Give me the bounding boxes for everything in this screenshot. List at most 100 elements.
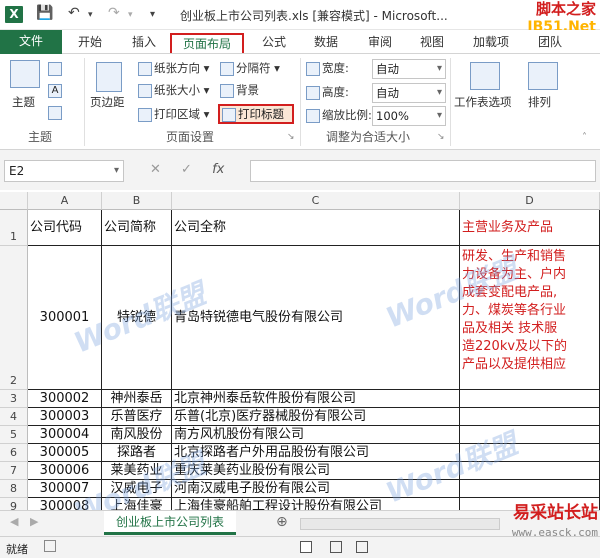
enter-icon[interactable]: ✓ — [181, 162, 192, 177]
colors-icon[interactable] — [48, 62, 62, 76]
table-cell[interactable]: 300002 — [28, 390, 102, 408]
breaks-button[interactable]: 分隔符 ▾ — [220, 60, 280, 76]
table-cell[interactable]: 神州泰岳 — [102, 390, 172, 408]
tab-insert[interactable]: 插入 — [124, 33, 164, 53]
height-select[interactable]: 自动 — [372, 83, 446, 103]
tab-file[interactable]: 文件 — [0, 30, 62, 54]
column-header[interactable]: D — [460, 192, 600, 210]
sheet-tab[interactable]: 创业板上市公司列表 — [104, 511, 236, 535]
themes-button[interactable]: 主题 — [12, 94, 35, 110]
scroll-right-icon[interactable]: ▶ — [30, 515, 38, 528]
table-cell[interactable]: 南方风机股份有限公司 — [172, 426, 460, 444]
tab-add-ins[interactable]: 加载项 — [466, 33, 516, 53]
save-icon[interactable]: 💾 — [36, 5, 53, 21]
background-button[interactable]: 背景 — [220, 82, 259, 98]
table-header-cell[interactable]: 公司简称 — [102, 210, 172, 246]
horizontal-scrollbar[interactable] — [300, 518, 500, 530]
scale-dialog-icon[interactable]: ↘ — [437, 132, 445, 142]
tab-page-layout[interactable]: 页面布局 — [170, 33, 244, 53]
table-cell[interactable]: 上海佳豪 — [102, 498, 172, 510]
page-break-view-icon[interactable] — [356, 541, 368, 553]
page-layout-view-icon[interactable] — [330, 541, 342, 553]
table-cell[interactable]: 河南汉威电子股份有限公司 — [172, 480, 460, 498]
table-cell[interactable] — [460, 444, 600, 462]
margins-icon[interactable] — [96, 62, 122, 92]
themes-icon[interactable] — [10, 60, 40, 88]
table-cell[interactable]: 研发、生产和销售 力设备为主、户内 成套变配电产品, 力、煤炭等各行业 品及相关… — [460, 246, 600, 390]
arrange-icon[interactable] — [528, 62, 558, 90]
customize-qat-icon[interactable]: ▾ — [150, 9, 155, 20]
table-cell[interactable]: 上海佳豪船舶工程设计股份有限公司 — [172, 498, 460, 510]
tab-formulas[interactable]: 公式 — [254, 33, 294, 53]
row-header[interactable]: 1 — [0, 210, 28, 246]
arrange-button[interactable]: 排列 — [528, 94, 551, 110]
table-cell[interactable]: 特锐德 — [102, 246, 172, 390]
table-cell[interactable]: 300003 — [28, 408, 102, 426]
tab-data[interactable]: 数据 — [306, 33, 346, 53]
row-header[interactable]: 4 — [0, 408, 28, 426]
width-select[interactable]: 自动 — [372, 59, 446, 79]
table-cell[interactable]: 300001 — [28, 246, 102, 390]
table-cell[interactable]: 南风股份 — [102, 426, 172, 444]
undo-icon[interactable]: ↶ — [68, 5, 80, 21]
redo-icon[interactable]: ↷ — [108, 5, 120, 21]
name-box[interactable]: E2 — [4, 160, 124, 182]
table-cell[interactable] — [460, 390, 600, 408]
table-cell[interactable] — [460, 480, 600, 498]
tab-review[interactable]: 审阅 — [360, 33, 400, 53]
table-cell[interactable] — [460, 462, 600, 480]
orientation-button[interactable]: 纸张方向 ▾ — [138, 60, 209, 76]
margins-button[interactable]: 页边距 — [90, 94, 125, 110]
sheet-options-button[interactable]: 工作表选项 — [454, 94, 512, 110]
table-cell[interactable]: 乐普(北京)医疗器械股份有限公司 — [172, 408, 460, 426]
insert-function-icon[interactable]: fx — [212, 162, 224, 177]
row-header[interactable]: 5 — [0, 426, 28, 444]
table-cell[interactable]: 300006 — [28, 462, 102, 480]
tab-view[interactable]: 视图 — [412, 33, 452, 53]
excel-icon[interactable]: X — [5, 6, 23, 23]
size-button[interactable]: 纸张大小 ▾ — [138, 82, 209, 98]
table-cell[interactable]: 300008 — [28, 498, 102, 510]
row-header[interactable]: 6 — [0, 444, 28, 462]
macro-record-icon[interactable] — [44, 540, 56, 552]
table-cell[interactable]: 探路者 — [102, 444, 172, 462]
page-setup-dialog-icon[interactable]: ↘ — [287, 132, 295, 142]
print-area-button[interactable]: 打印区域 ▾ — [138, 106, 209, 122]
table-cell[interactable]: 300007 — [28, 480, 102, 498]
collapse-ribbon-icon[interactable]: ˄ — [582, 132, 587, 143]
table-cell[interactable] — [460, 408, 600, 426]
normal-view-icon[interactable] — [300, 541, 312, 553]
redo-dropdown-icon[interactable]: ▾ — [128, 10, 133, 20]
table-cell[interactable]: 汉威电子 — [102, 480, 172, 498]
row-header[interactable]: 9 — [0, 498, 28, 510]
table-cell[interactable]: 北京神州泰岳软件股份有限公司 — [172, 390, 460, 408]
table-cell[interactable]: 乐普医疗 — [102, 408, 172, 426]
tab-home[interactable]: 开始 — [70, 33, 110, 53]
fonts-icon[interactable]: A — [48, 84, 62, 98]
column-header[interactable]: A — [28, 192, 102, 210]
scroll-left-icon[interactable]: ◀ — [10, 515, 18, 528]
sheet-options-icon[interactable] — [470, 62, 500, 90]
table-cell[interactable]: 北京探路者户外用品股份有限公司 — [172, 444, 460, 462]
column-header[interactable]: B — [102, 192, 172, 210]
worksheet-grid[interactable]: A B C D 1 公司代码 公司简称 公司全称 主营业务及产品 2 30000… — [0, 192, 600, 510]
row-header[interactable]: 3 — [0, 390, 28, 408]
effects-icon[interactable] — [48, 106, 62, 120]
select-all-corner[interactable] — [0, 192, 28, 210]
new-sheet-icon[interactable]: ⊕ — [276, 514, 288, 530]
print-titles-button[interactable]: 打印标题 — [218, 104, 294, 124]
formula-input[interactable] — [250, 160, 596, 182]
row-header[interactable]: 7 — [0, 462, 28, 480]
table-cell[interactable] — [460, 426, 600, 444]
scale-spinner[interactable]: 100% — [372, 106, 446, 126]
table-cell[interactable]: 300004 — [28, 426, 102, 444]
table-header-cell[interactable]: 公司全称 — [172, 210, 460, 246]
column-header[interactable]: C — [172, 192, 460, 210]
table-cell[interactable]: 300005 — [28, 444, 102, 462]
table-header-cell[interactable]: 主营业务及产品 — [460, 210, 600, 246]
table-cell[interactable]: 重庆莱美药业股份有限公司 — [172, 462, 460, 480]
table-cell[interactable]: 青岛特锐德电气股份有限公司 — [172, 246, 460, 390]
cancel-icon[interactable]: ✕ — [150, 162, 161, 177]
table-header-cell[interactable]: 公司代码 — [28, 210, 102, 246]
row-header[interactable]: 8 — [0, 480, 28, 498]
